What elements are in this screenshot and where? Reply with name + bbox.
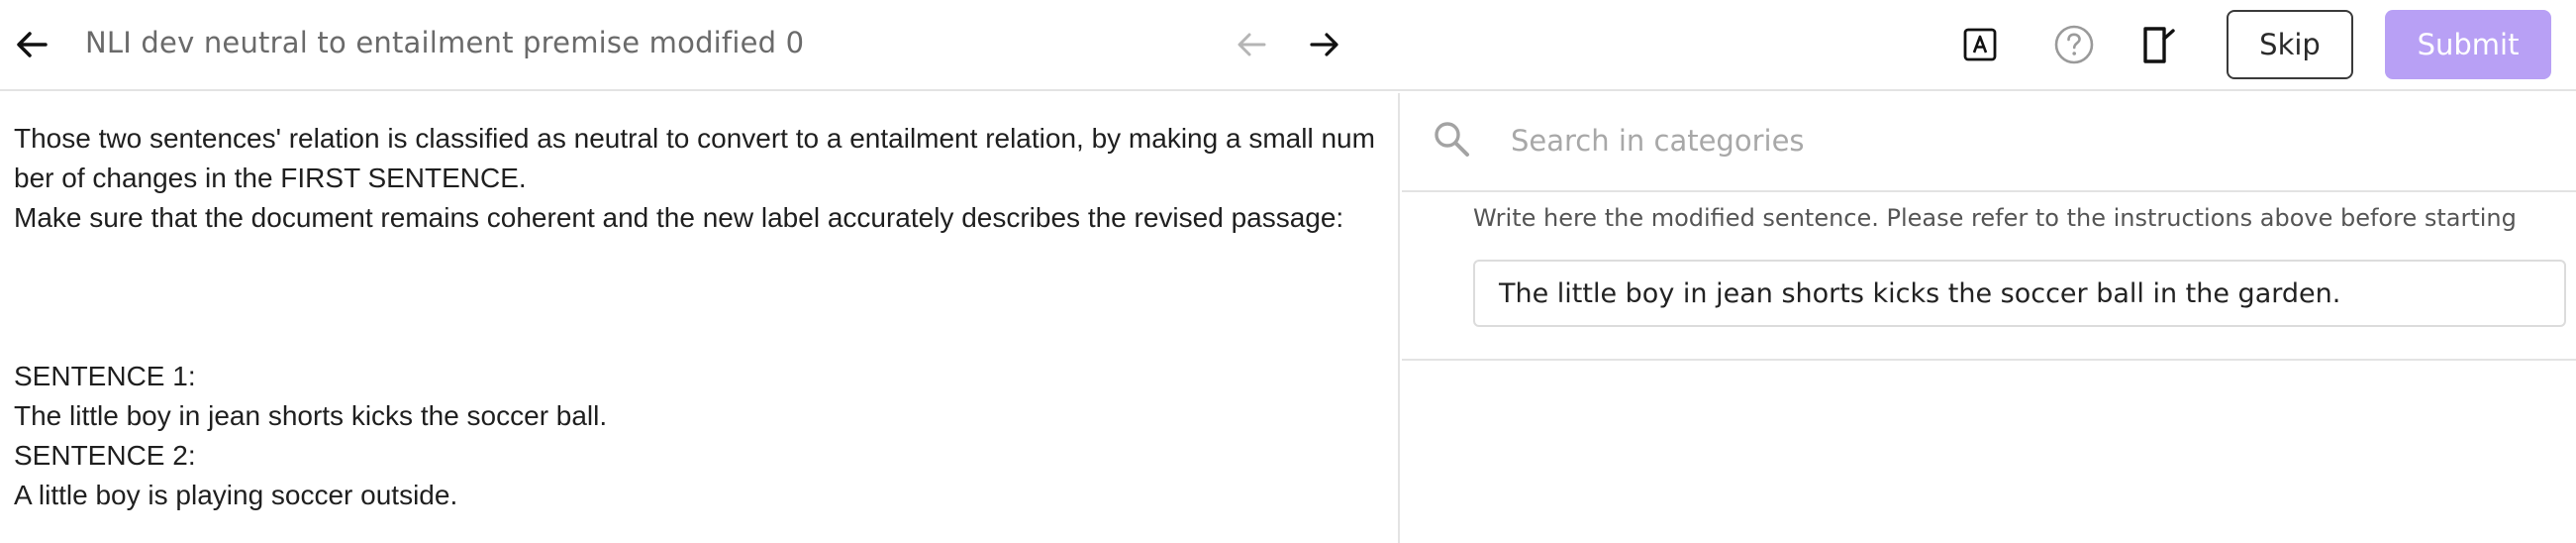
search-input[interactable] (1511, 117, 2540, 164)
sentence-pair: SENTENCE 1: The little boy in jean short… (14, 357, 607, 515)
flag-icon (2143, 27, 2175, 63)
arrow-left-icon (17, 32, 48, 57)
sentence-2-label: SENTENCE 2: (14, 440, 196, 471)
modified-sentence-label: Write here the modified sentence. Please… (1473, 204, 2517, 232)
previous-button[interactable] (1232, 22, 1271, 67)
submit-button[interactable]: Submit (2385, 10, 2551, 79)
instructions-panel: Those two sentences' relation is classif… (0, 93, 1400, 543)
text-tool-button[interactable] (1957, 22, 2003, 67)
modified-sentence-value: The little boy in jean shorts kicks the … (1499, 277, 2341, 309)
search-icon (1435, 122, 1469, 157)
divider (1402, 359, 2576, 361)
arrow-left-icon (1238, 33, 1266, 56)
arrow-right-icon (1310, 33, 1338, 56)
annotation-panel: Write here the modified sentence. Please… (1402, 93, 2576, 543)
next-button[interactable] (1305, 22, 1344, 67)
flag-button[interactable] (2136, 22, 2182, 67)
modified-sentence-field[interactable]: The little boy in jean shorts kicks the … (1473, 260, 2566, 327)
back-button[interactable] (12, 22, 51, 67)
top-bar: NLI dev neutral to entailment premise mo… (0, 0, 2576, 91)
sentence-1-label: SENTENCE 1: (14, 361, 196, 391)
category-search (1402, 93, 2576, 192)
letter-a-box-icon (1963, 28, 1997, 61)
instructions-line-1: Those two sentences' relation is classif… (14, 123, 1375, 193)
sentence-1-text: The little boy in jean shorts kicks the … (14, 400, 608, 431)
instructions-text: Those two sentences' relation is classif… (14, 119, 1390, 238)
page-title: NLI dev neutral to entailment premise mo… (85, 26, 805, 59)
help-button[interactable] (2051, 22, 2097, 67)
sentence-2-text: A little boy is playing soccer outside. (14, 480, 458, 510)
question-circle-icon (2054, 25, 2094, 64)
instructions-line-2: Make sure that the document remains cohe… (14, 202, 1344, 233)
skip-button[interactable]: Skip (2227, 10, 2353, 79)
